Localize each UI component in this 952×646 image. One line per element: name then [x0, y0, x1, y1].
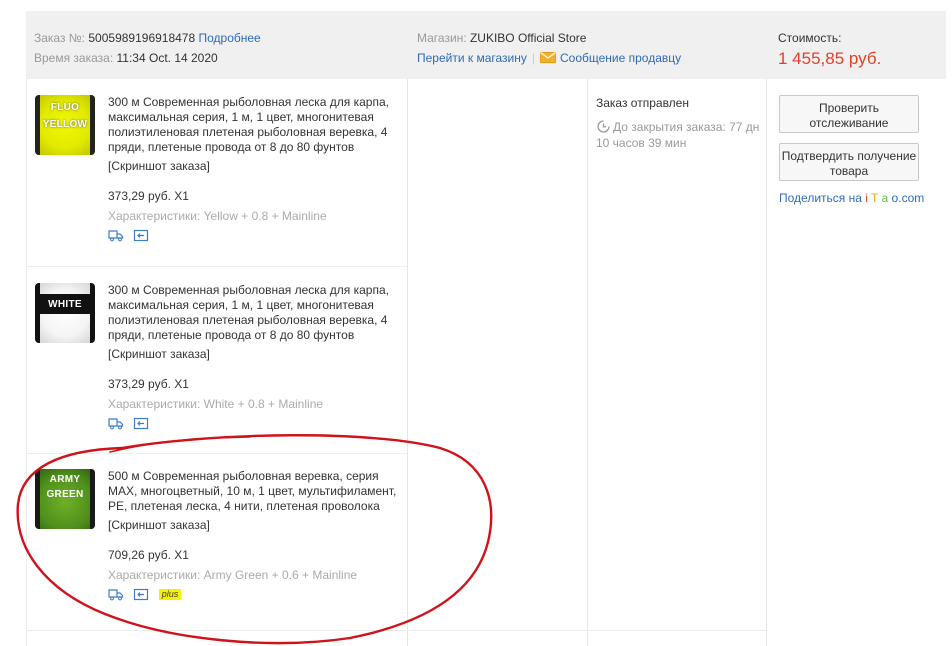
thumbnail-label: GREEN — [46, 489, 84, 500]
order-actions: Проверить отслеживание Подтвердить получ… — [779, 95, 931, 206]
order-cost: Стоимость: 1 455,85 руб. — [778, 28, 881, 69]
envelope-icon[interactable] — [540, 49, 556, 63]
itao-logo-letter: a — [881, 191, 889, 205]
service-icons — [108, 416, 406, 432]
order-snapshot-link[interactable]: [Скриншот заказа] — [108, 518, 406, 533]
item-attributes: Характеристики: Yellow + 0.8 + Mainline — [108, 209, 327, 223]
store-name: ZUKIBO Official Store — [469, 31, 587, 45]
confirm-receipt-button[interactable]: Подтвердить получение товара — [779, 143, 919, 181]
item-attributes: Характеристики: Army Green + 0.6 + Mainl… — [108, 568, 358, 582]
product-title[interactable]: 300 м Современная рыболовная леска для к… — [108, 283, 406, 343]
return-icon[interactable] — [133, 588, 149, 601]
order-info: Заказ №: 5005989196918478 Подробнее Врем… — [34, 28, 261, 68]
order-details-link[interactable]: Подробнее — [199, 31, 261, 45]
itao-logo-letter: T — [871, 191, 879, 205]
share-link[interactable]: Поделиться на i T a o.com — [779, 191, 931, 206]
order-snapshot-link[interactable]: [Скриншот заказа] — [108, 347, 406, 362]
status-title: Заказ отправлен — [596, 96, 689, 110]
thumbnail-label: YELLOW — [42, 119, 88, 130]
delivery-truck-icon[interactable] — [108, 229, 124, 242]
item-price: 709,26 руб. X1 — [108, 548, 189, 562]
clock-icon — [596, 119, 611, 134]
store-label: Магазин: — [417, 31, 467, 45]
item-details: 500 м Современная рыболовная веревка, се… — [108, 469, 406, 603]
itao-logo-letter: i — [865, 191, 868, 205]
order-number-label: Заказ №: — [34, 31, 86, 45]
item-price: 373,29 руб. X1 — [108, 377, 189, 391]
itao-domain: .com — [898, 191, 925, 205]
check-tracking-button[interactable]: Проверить отслеживание — [779, 95, 919, 133]
link-separator: | — [531, 51, 535, 65]
countdown-text: До закрытия заказа: 77 дн 10 часов 39 ми… — [596, 119, 766, 151]
item-price: 373,29 руб. X1 — [108, 189, 189, 203]
item-attributes: Характеристики: White + 0.8 + Mainline — [108, 397, 324, 411]
table-bottom-border — [26, 630, 766, 631]
product-thumbnail[interactable]: ARMY GREEN — [35, 469, 95, 529]
order-status: Заказ отправлен До закрытия заказа: 77 д… — [596, 95, 766, 151]
store-info: Магазин: ZUKIBO Official Store Перейти к… — [417, 28, 681, 68]
delivery-truck-icon[interactable] — [108, 417, 124, 430]
product-title[interactable]: 500 м Современная рыболовная веревка, се… — [108, 469, 406, 514]
delivery-truck-icon[interactable] — [108, 588, 124, 601]
plus-badge: plus — [158, 589, 182, 601]
column-divider — [766, 79, 767, 646]
service-icons — [108, 228, 406, 244]
column-divider — [407, 79, 408, 646]
order-header: Заказ №: 5005989196918478 Подробнее Врем… — [26, 11, 946, 79]
table-left-border — [26, 79, 27, 646]
countdown-value: До закрытия заказа: 77 дн 10 часов 39 ми… — [596, 120, 760, 150]
order-snapshot-link[interactable]: [Скриншот заказа] — [108, 159, 406, 174]
return-icon[interactable] — [133, 229, 149, 242]
item-divider — [27, 453, 407, 454]
thumbnail-label: WHITE — [48, 299, 82, 310]
cost-label: Стоимость: — [778, 31, 842, 45]
column-divider — [587, 79, 588, 646]
product-thumbnail[interactable]: FLUO YELLOW — [35, 95, 95, 155]
thumbnail-label: FLUO — [50, 102, 80, 113]
order-time: 11:34 Oct. 14 2020 — [116, 51, 218, 65]
item-details: 300 м Современная рыболовная леска для к… — [108, 95, 406, 244]
go-to-store-link[interactable]: Перейти к магазину — [417, 51, 527, 65]
product-thumbnail[interactable]: WHITE — [35, 283, 95, 343]
service-icons: plus — [108, 587, 406, 603]
share-label[interactable]: Поделиться на — [779, 191, 862, 205]
return-icon[interactable] — [133, 417, 149, 430]
item-divider — [27, 266, 407, 267]
message-seller-link[interactable]: Сообщение продавцу — [560, 51, 681, 65]
product-title[interactable]: 300 м Современная рыболовная леска для к… — [108, 95, 406, 155]
order-number: 5005989196918478 — [88, 31, 196, 45]
order-time-label: Время заказа: — [34, 51, 114, 65]
cost-value: 1 455,85 руб. — [778, 49, 882, 68]
item-details: 300 м Современная рыболовная леска для к… — [108, 283, 406, 432]
